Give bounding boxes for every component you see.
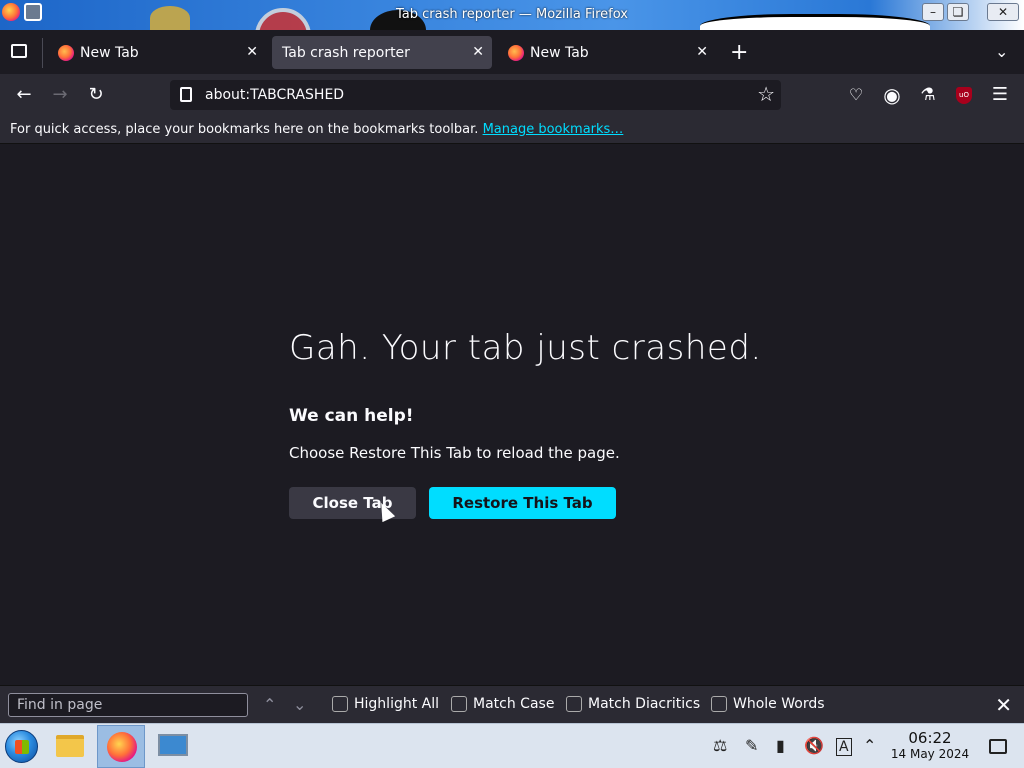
tab-strip: New Tab ✕ Tab crash reporter ✕ New Tab ✕…	[0, 30, 1024, 74]
clipboard-icon[interactable]: ✎	[745, 736, 758, 755]
find-previous-icon[interactable]: ⌃	[263, 695, 276, 714]
taskbar: ⚖ ✎ ▮ 🔇 A ⌃ 06:22 14 May 2024	[0, 723, 1024, 768]
clock-time: 06:22	[908, 729, 952, 747]
tab-label: New Tab	[530, 44, 589, 61]
tab-tab-crash-reporter[interactable]: Tab crash reporter ✕	[272, 36, 492, 69]
checkbox-label: Whole Words	[733, 696, 825, 712]
chevron-down-icon[interactable]: ⌄	[995, 42, 1008, 61]
page-icon	[180, 87, 192, 102]
checkbox-box[interactable]	[566, 696, 582, 712]
show-desktop-icon[interactable]	[989, 739, 1007, 754]
manage-bookmarks-link[interactable]: Manage bookmarks…	[483, 122, 624, 137]
clock[interactable]: 06:22 14 May 2024	[890, 729, 970, 761]
checkbox-label: Match Diacritics	[588, 696, 701, 712]
whole-words-checkbox[interactable]: Whole Words	[711, 696, 825, 712]
bookmark-star-icon[interactable]: ☆	[757, 82, 775, 106]
crash-subtitle: We can help!	[289, 406, 414, 426]
folder-icon	[56, 735, 84, 757]
extensions-icon[interactable]: ⚗	[916, 83, 940, 107]
match-case-checkbox[interactable]: Match Case	[451, 696, 554, 712]
pocket-icon[interactable]: ♡	[844, 83, 868, 107]
bookmarks-toolbar: For quick access, place your bookmarks h…	[0, 116, 1024, 144]
input-method-icon[interactable]: A	[836, 738, 852, 756]
forward-arrow-icon[interactable]: →	[48, 83, 72, 107]
notifications-bell-icon[interactable]: ⚖	[713, 736, 727, 755]
checkbox-box[interactable]	[451, 696, 467, 712]
match-diacritics-checkbox[interactable]: Match Diacritics	[566, 696, 700, 712]
window-title: Tab crash reporter — Mozilla Firefox	[395, 7, 628, 22]
close-tab-button[interactable]: Close Tab	[289, 487, 416, 519]
page-title: Gah. Your tab just crashed.	[289, 328, 762, 368]
firefox-icon	[107, 732, 137, 762]
url-bar[interactable]: about:TABCRASHED ☆	[170, 80, 781, 110]
find-bar: ⌃ ⌄ Highlight All Match Case Match Diacr…	[0, 685, 1024, 723]
checkbox-label: Highlight All	[354, 696, 440, 712]
taskbar-system-monitor[interactable]	[148, 725, 196, 768]
highlight-all-checkbox[interactable]: Highlight All	[332, 696, 439, 712]
tab-label: New Tab	[80, 44, 139, 61]
back-arrow-icon[interactable]: ←	[12, 83, 36, 107]
close-tab-icon[interactable]: ✕	[472, 44, 484, 60]
checkbox-box[interactable]	[332, 696, 348, 712]
tab-new-tab-2[interactable]: New Tab ✕	[498, 36, 716, 69]
window-titlebar: Tab crash reporter — Mozilla Firefox – ❏…	[0, 0, 1024, 30]
navigation-toolbar: ← → ↻ about:TABCRASHED ☆ ♡ ◉ ⚗ uO ☰	[0, 74, 1024, 116]
restore-tab-button[interactable]: Restore This Tab	[429, 487, 616, 519]
crash-description: Choose Restore This Tab to reload the pa…	[289, 444, 620, 462]
find-in-page-input[interactable]	[8, 693, 248, 717]
new-tab-button[interactable]: +	[730, 40, 748, 65]
checkbox-label: Match Case	[473, 696, 555, 712]
monitor-icon	[158, 734, 188, 756]
url-text[interactable]: about:TABCRASHED	[205, 87, 344, 103]
taskbar-file-manager[interactable]	[46, 725, 94, 768]
checkbox-box[interactable]	[711, 696, 727, 712]
bookmarks-empty-message: For quick access, place your bookmarks h…	[10, 122, 479, 137]
account-icon[interactable]: ◉	[880, 83, 904, 107]
close-window-button[interactable]: ✕	[987, 3, 1019, 21]
windows-logo-icon	[15, 740, 29, 754]
firefox-favicon-icon	[508, 44, 524, 61]
maximize-button[interactable]: ❏	[947, 3, 969, 21]
tab-label: Tab crash reporter	[282, 44, 410, 61]
minimize-button[interactable]: –	[922, 3, 944, 21]
tray-expand-chevron-up-icon[interactable]: ⌃	[863, 736, 876, 755]
close-tab-icon[interactable]: ✕	[246, 44, 258, 60]
page-content: Gah. Your tab just crashed. We can help!…	[0, 145, 1024, 685]
find-next-icon[interactable]: ⌄	[293, 695, 306, 714]
hamburger-menu-icon[interactable]: ☰	[988, 83, 1012, 107]
start-menu-button[interactable]	[5, 730, 38, 763]
battery-icon[interactable]: ▮	[776, 736, 785, 755]
reload-icon[interactable]: ↻	[84, 83, 108, 107]
taskbar-firefox[interactable]	[97, 725, 145, 768]
tab-new-tab-1[interactable]: New Tab ✕	[48, 36, 266, 69]
ublock-origin-icon[interactable]: uO	[956, 87, 972, 104]
tab-separator	[42, 38, 43, 68]
firefox-favicon-icon	[58, 44, 74, 61]
close-find-bar-icon[interactable]: ✕	[995, 693, 1012, 717]
clock-date: 14 May 2024	[890, 747, 970, 761]
volume-muted-icon[interactable]: 🔇	[804, 736, 824, 755]
list-all-tabs-icon[interactable]	[11, 44, 27, 58]
close-tab-icon[interactable]: ✕	[696, 44, 708, 60]
